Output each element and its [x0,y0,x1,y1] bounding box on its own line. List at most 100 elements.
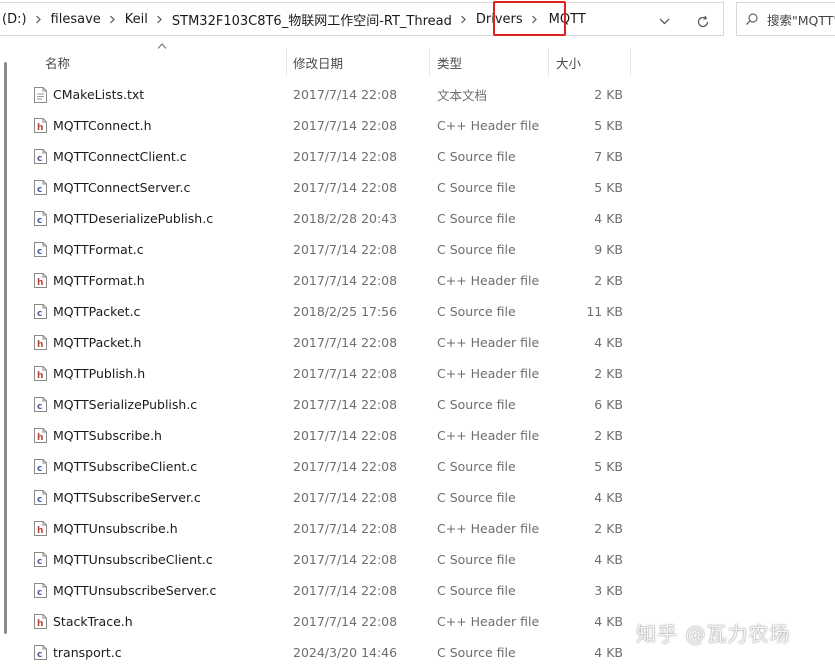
file-modified-date: 2017/7/14 22:08 [293,583,398,598]
file-row[interactable]: h MQTTPacket.h 2017/7/14 22:08 C++ Header f… [0,327,835,358]
column-header-type[interactable]: 类型 [430,48,548,76]
breadcrumb-keil[interactable]: Keil [121,12,152,27]
search-icon [737,12,767,26]
file-modified-date: 2017/7/14 22:08 [293,397,398,412]
file-row[interactable]: c MQTTUnsubscribeServer.c 2017/7/14 22:08 C… [0,575,835,606]
svg-text:c: c [37,402,42,412]
breadcrumb-workspace[interactable]: STM32F103C8T6_物联网工作空间-RT_Thread [168,10,456,29]
file-size: 2 KB [594,87,623,102]
file-modified-date: 2017/7/14 22:08 [293,428,398,443]
header-file-icon: h [34,265,48,296]
column-divider[interactable] [630,48,631,76]
chevron-right-icon[interactable] [152,3,168,35]
file-row[interactable]: h MQTTSubscribe.h 2017/7/14 22:08 C++ Heade… [0,420,835,451]
svg-text:h: h [37,619,43,629]
file-name: MQTTUnsubscribeClient.c [53,552,213,567]
file-type: C Source file [437,149,516,164]
file-size: 2 KB [594,521,623,536]
file-modified-date: 2017/7/14 22:08 [293,459,398,474]
file-name: transport.c [53,645,122,660]
file-size: 7 KB [594,149,623,164]
file-modified-date: 2017/7/14 22:08 [293,242,398,257]
file-name: MQTTUnsubscribeServer.c [53,583,217,598]
file-modified-date: 2017/7/14 22:08 [293,180,398,195]
file-name: MQTTSerializePublish.c [53,397,198,412]
header-file-icon: h [34,110,48,141]
file-modified-date: 2024/3/20 14:46 [293,645,398,660]
breadcrumb-drivers[interactable]: Drivers [472,12,527,27]
chevron-down-icon [659,18,669,24]
refresh-button[interactable] [690,11,716,33]
svg-text:h: h [37,340,43,350]
address-toolbar: (D:) filesave Keil STM32F103C8T6_物联网工作空间… [0,0,835,38]
file-modified-date: 2017/7/14 22:08 [293,552,398,567]
file-size: 5 KB [594,118,623,133]
svg-text:h: h [37,526,43,536]
file-row[interactable]: h MQTTPublish.h 2017/7/14 22:08 C++ Header … [0,358,835,389]
column-header-name[interactable]: 名称 [36,48,286,76]
file-row[interactable]: c MQTTConnectClient.c 2017/7/14 22:08 C Sou… [0,141,835,172]
file-size: 6 KB [594,397,623,412]
chevron-right-icon[interactable] [31,3,47,35]
file-name: MQTTFormat.h [53,273,145,288]
file-name: MQTTConnectServer.c [53,180,191,195]
column-header-size[interactable]: 大小 [549,48,630,76]
svg-text:c: c [37,495,42,505]
svg-text:c: c [37,557,42,567]
breadcrumb-current-folder[interactable]: MQTT [545,12,590,27]
svg-text:c: c [37,650,42,660]
breadcrumb-filesave[interactable]: filesave [47,12,105,27]
file-name: MQTTConnect.h [53,118,152,133]
refresh-icon [697,15,709,28]
breadcrumb-drive[interactable]: (D:) [0,12,31,27]
file-type: C++ Header file [437,273,540,288]
address-history-dropdown[interactable] [652,11,676,31]
file-type: C Source file [437,645,516,660]
svg-text:c: c [37,154,42,164]
file-size: 5 KB [594,459,623,474]
c-source-icon: c [34,482,48,513]
file-type: C Source file [437,242,516,257]
file-row[interactable]: c MQTTUnsubscribeClient.c 2017/7/14 22:08 C… [0,544,835,575]
file-type: C++ Header file [437,614,540,629]
file-size: 2 KB [594,366,623,381]
file-row[interactable]: h MQTTFormat.h 2017/7/14 22:08 C++ Header f… [0,265,835,296]
file-row[interactable]: c MQTTDeserializePublish.c 2018/2/28 20:43… [0,203,835,234]
chevron-right-icon[interactable] [456,3,472,35]
text-file-icon [34,79,48,110]
file-size: 4 KB [594,552,623,567]
file-row[interactable]: c MQTTConnectServer.c 2017/7/14 22:08 C Sou… [0,172,835,203]
file-row[interactable]: c MQTTSerializePublish.c 2017/7/14 22:08 C … [0,389,835,420]
svg-text:c: c [37,185,42,195]
file-type: C Source file [437,304,516,319]
file-row[interactable]: c MQTTSubscribeClient.c 2017/7/14 22:08 C S… [0,451,835,482]
file-row[interactable]: h MQTTConnect.h 2017/7/14 22:08 C++ Header … [0,110,835,141]
file-row[interactable]: c MQTTFormat.c 2017/7/14 22:08 C Source fil… [0,234,835,265]
c-source-icon: c [34,234,48,265]
column-header-date[interactable]: 修改日期 [287,48,429,76]
c-source-icon: c [34,203,48,234]
chevron-right-icon[interactable] [105,3,121,35]
file-modified-date: 2017/7/14 22:08 [293,366,398,381]
file-size: 4 KB [594,490,623,505]
c-source-icon: c [34,296,48,327]
chevron-right-icon[interactable] [527,3,543,35]
file-name: StackTrace.h [53,614,133,629]
file-row[interactable]: h MQTTUnsubscribe.h 2017/7/14 22:08 C++ Hea… [0,513,835,544]
file-modified-date: 2017/7/14 22:08 [293,118,398,133]
file-type: C Source file [437,490,516,505]
file-size: 4 KB [594,335,623,350]
file-size: 5 KB [594,180,623,195]
address-bar[interactable]: (D:) filesave Keil STM32F103C8T6_物联网工作空间… [0,2,724,36]
file-row[interactable]: c MQTTPacket.c 2018/2/25 17:56 C Source fil… [0,296,835,327]
search-box[interactable]: 搜索"MQTT" [736,2,835,36]
file-size: 4 KB [594,645,623,660]
file-size: 9 KB [594,242,623,257]
svg-text:c: c [37,309,42,319]
header-file-icon: h [34,327,48,358]
file-row[interactable]: CMakeLists.txt 2017/7/14 22:08 文本文档 2 KB [0,79,835,110]
file-list: CMakeLists.txt 2017/7/14 22:08 文本文档 2 KB h MQ… [0,79,835,668]
file-row[interactable]: c MQTTSubscribeServer.c 2017/7/14 22:08 C S… [0,482,835,513]
file-modified-date: 2017/7/14 22:08 [293,490,398,505]
file-type: C++ Header file [437,428,540,443]
